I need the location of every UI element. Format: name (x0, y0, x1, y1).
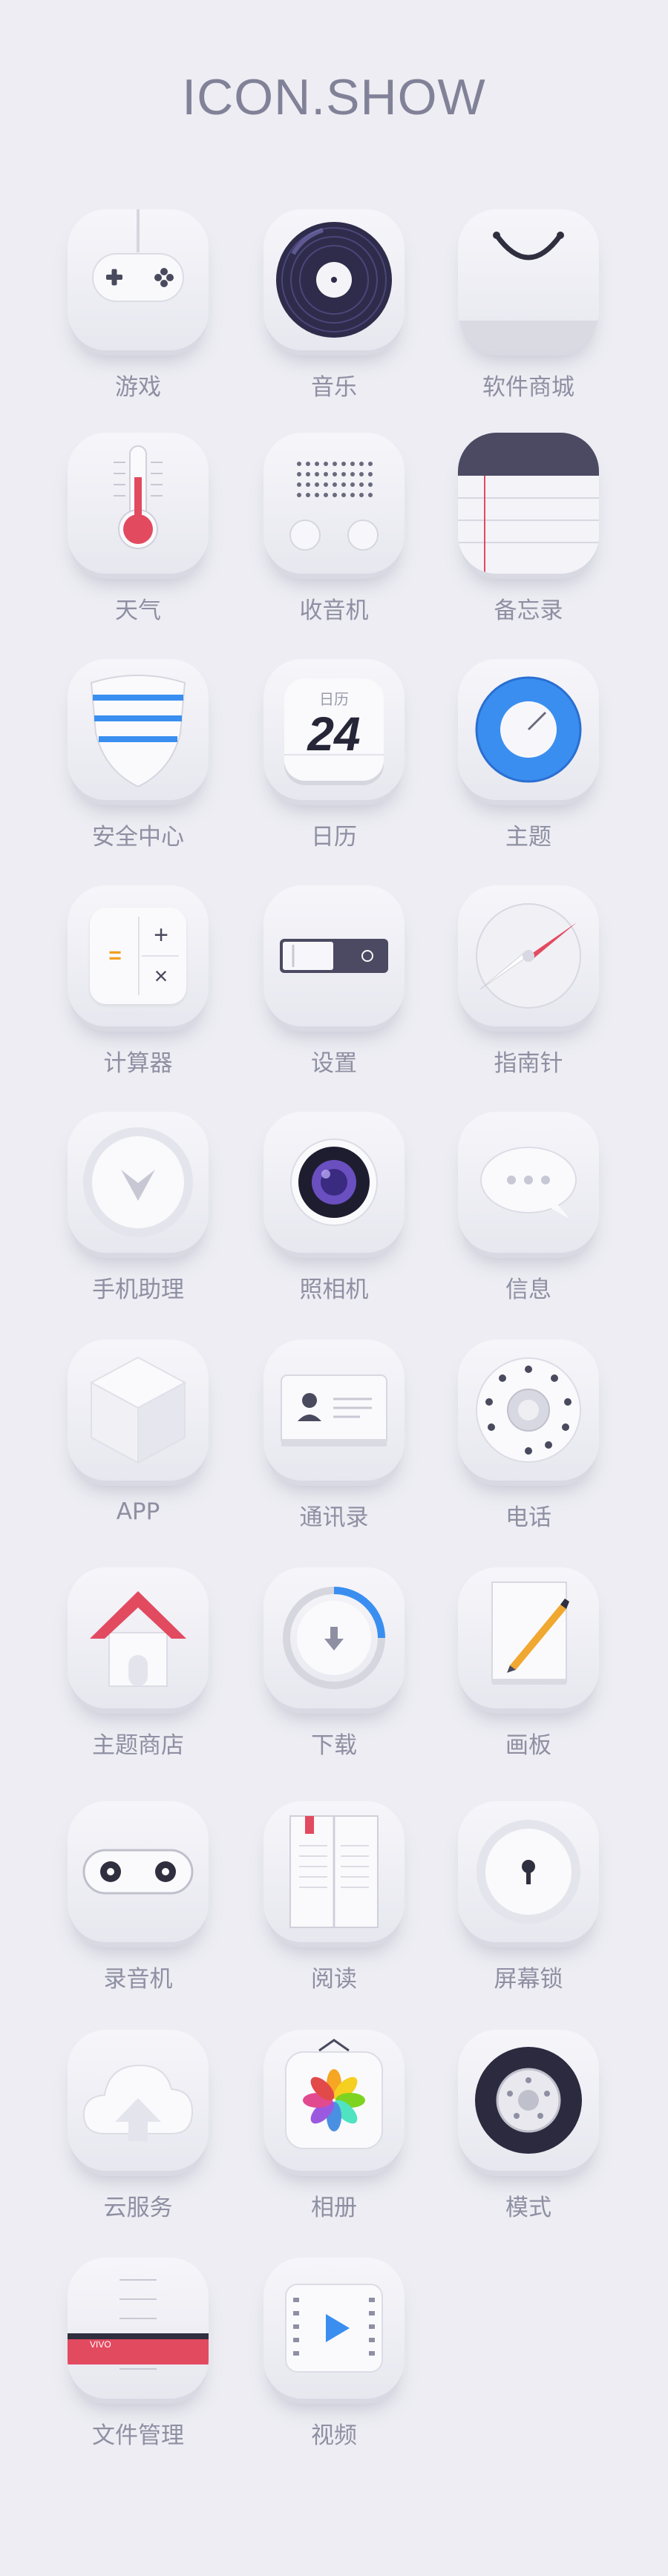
calc-plus-key: + (154, 921, 168, 949)
app-drawing-board[interactable]: 画板 (454, 1567, 603, 1768)
app-label: 主题 (505, 824, 551, 851)
theme-dial-icon (458, 659, 599, 800)
app-photo-album[interactable]: 相册 (260, 2030, 408, 2230)
app-security-center[interactable]: 安全中心 (64, 659, 212, 859)
app-calendar[interactable]: 日历 24 日历 (260, 659, 408, 859)
download-icon (263, 1567, 405, 1708)
house-icon (68, 1567, 209, 1708)
app-label: 阅读 (311, 1966, 357, 1993)
app-reading[interactable]: 阅读 (260, 1801, 408, 2002)
open-book-icon (263, 1801, 405, 1942)
app-label: 画板 (505, 1732, 551, 1759)
app-screen-lock[interactable]: 屏幕锁 (454, 1801, 603, 2002)
app-label: 日历 (311, 824, 357, 851)
calculator-icon: = + × (68, 885, 209, 1026)
app-label: 游戏 (115, 374, 161, 401)
notepad-icon (458, 433, 599, 574)
app-label: 主题商店 (92, 1732, 184, 1759)
app-label: 指南针 (494, 1050, 563, 1077)
app-app[interactable]: APP (64, 1340, 212, 1540)
app-compass[interactable]: 指南针 (454, 885, 603, 1086)
app-notes[interactable]: 备忘录 (454, 433, 603, 633)
app-video[interactable]: 视频 (260, 2258, 408, 2458)
app-music[interactable]: 音乐 (260, 209, 408, 410)
app-label: 录音机 (103, 1966, 173, 1993)
app-phone[interactable]: 电话 (454, 1340, 603, 1540)
app-label: 下载 (311, 1732, 357, 1759)
shield-icon (68, 659, 209, 800)
drawing-pad-icon (458, 1567, 599, 1708)
app-messages[interactable]: 信息 (454, 1112, 603, 1312)
app-cloud-service[interactable]: 云服务 (64, 2030, 212, 2230)
app-label: APP (116, 1498, 160, 1525)
app-camera[interactable]: 照相机 (260, 1112, 408, 1312)
app-label: 手机助理 (92, 1276, 184, 1303)
contact-card-icon (263, 1340, 405, 1481)
rotary-dial-icon (458, 1340, 599, 1481)
folder-tag-text: VIVO (90, 2339, 111, 2350)
app-label: 屏幕锁 (494, 1966, 563, 1993)
app-label: 计算器 (103, 1050, 173, 1077)
app-contacts[interactable]: 通讯录 (260, 1340, 408, 1540)
app-label: 设置 (311, 1050, 357, 1077)
app-games[interactable]: 游戏 (64, 209, 212, 410)
keyhole-lock-icon (458, 1801, 599, 1942)
wheel-icon (458, 2030, 599, 2171)
toggle-switch-icon (263, 885, 405, 1026)
app-label: 信息 (505, 1276, 551, 1303)
app-label: 备忘录 (494, 597, 563, 624)
app-theme-store[interactable]: 主题商店 (64, 1567, 212, 1768)
calendar-month-text: 日历 (319, 690, 349, 708)
app-software-store[interactable]: 软件商城 (454, 209, 603, 410)
app-theme[interactable]: 主题 (454, 659, 603, 859)
app-label: 音乐 (311, 374, 357, 401)
app-label: 云服务 (103, 2195, 173, 2221)
compass-icon (458, 885, 599, 1026)
thermometer-icon (68, 433, 209, 574)
calendar-day-number: 24 (307, 707, 361, 761)
app-label: 文件管理 (92, 2422, 184, 2449)
radio-icon (263, 433, 405, 574)
icon-showcase-page: ICON.SHOW 游戏 音乐 软件商城 天气 收音机 备忘录 安全中心 日历 … (0, 0, 668, 2576)
app-label: 收音机 (299, 597, 369, 624)
app-file-manager[interactable]: VIVO 文件管理 (64, 2258, 212, 2458)
app-radio[interactable]: 收音机 (260, 433, 408, 633)
app-label: 模式 (505, 2195, 551, 2221)
app-recorder[interactable]: 录音机 (64, 1801, 212, 2002)
app-mode[interactable]: 模式 (454, 2030, 603, 2230)
app-calculator[interactable]: = + × 计算器 (64, 885, 212, 1086)
video-film-icon (263, 2258, 405, 2399)
vinyl-record-icon (263, 209, 405, 350)
app-label: 视频 (311, 2422, 357, 2449)
shopping-bag-icon (458, 209, 599, 350)
app-label: 照相机 (299, 1276, 369, 1303)
calendar-icon: 日历 24 (263, 659, 405, 800)
cloud-upload-icon (68, 2030, 209, 2171)
app-phone-assistant[interactable]: 手机助理 (64, 1112, 212, 1312)
app-label: 天气 (115, 597, 161, 624)
cassette-icon (68, 1801, 209, 1942)
app-label: 相册 (311, 2195, 357, 2221)
page-title: ICON.SHOW (182, 69, 486, 125)
app-label: 安全中心 (92, 824, 184, 851)
calc-equals-key: = (108, 943, 122, 968)
app-settings[interactable]: 设置 (260, 885, 408, 1086)
gamepad-icon (68, 209, 209, 350)
assistant-v-icon (68, 1112, 209, 1253)
chat-bubble-icon (458, 1112, 599, 1253)
app-label: 通讯录 (299, 1504, 369, 1531)
file-folder-icon: VIVO (68, 2258, 209, 2399)
app-download[interactable]: 下载 (260, 1567, 408, 1768)
camera-lens-icon (263, 1112, 405, 1253)
app-label: 软件商城 (482, 374, 574, 401)
app-weather[interactable]: 天气 (64, 433, 212, 633)
cube-icon (68, 1340, 209, 1481)
calc-times-key: × (154, 963, 168, 989)
app-label: 电话 (505, 1504, 551, 1531)
photo-flower-icon (263, 2030, 405, 2171)
